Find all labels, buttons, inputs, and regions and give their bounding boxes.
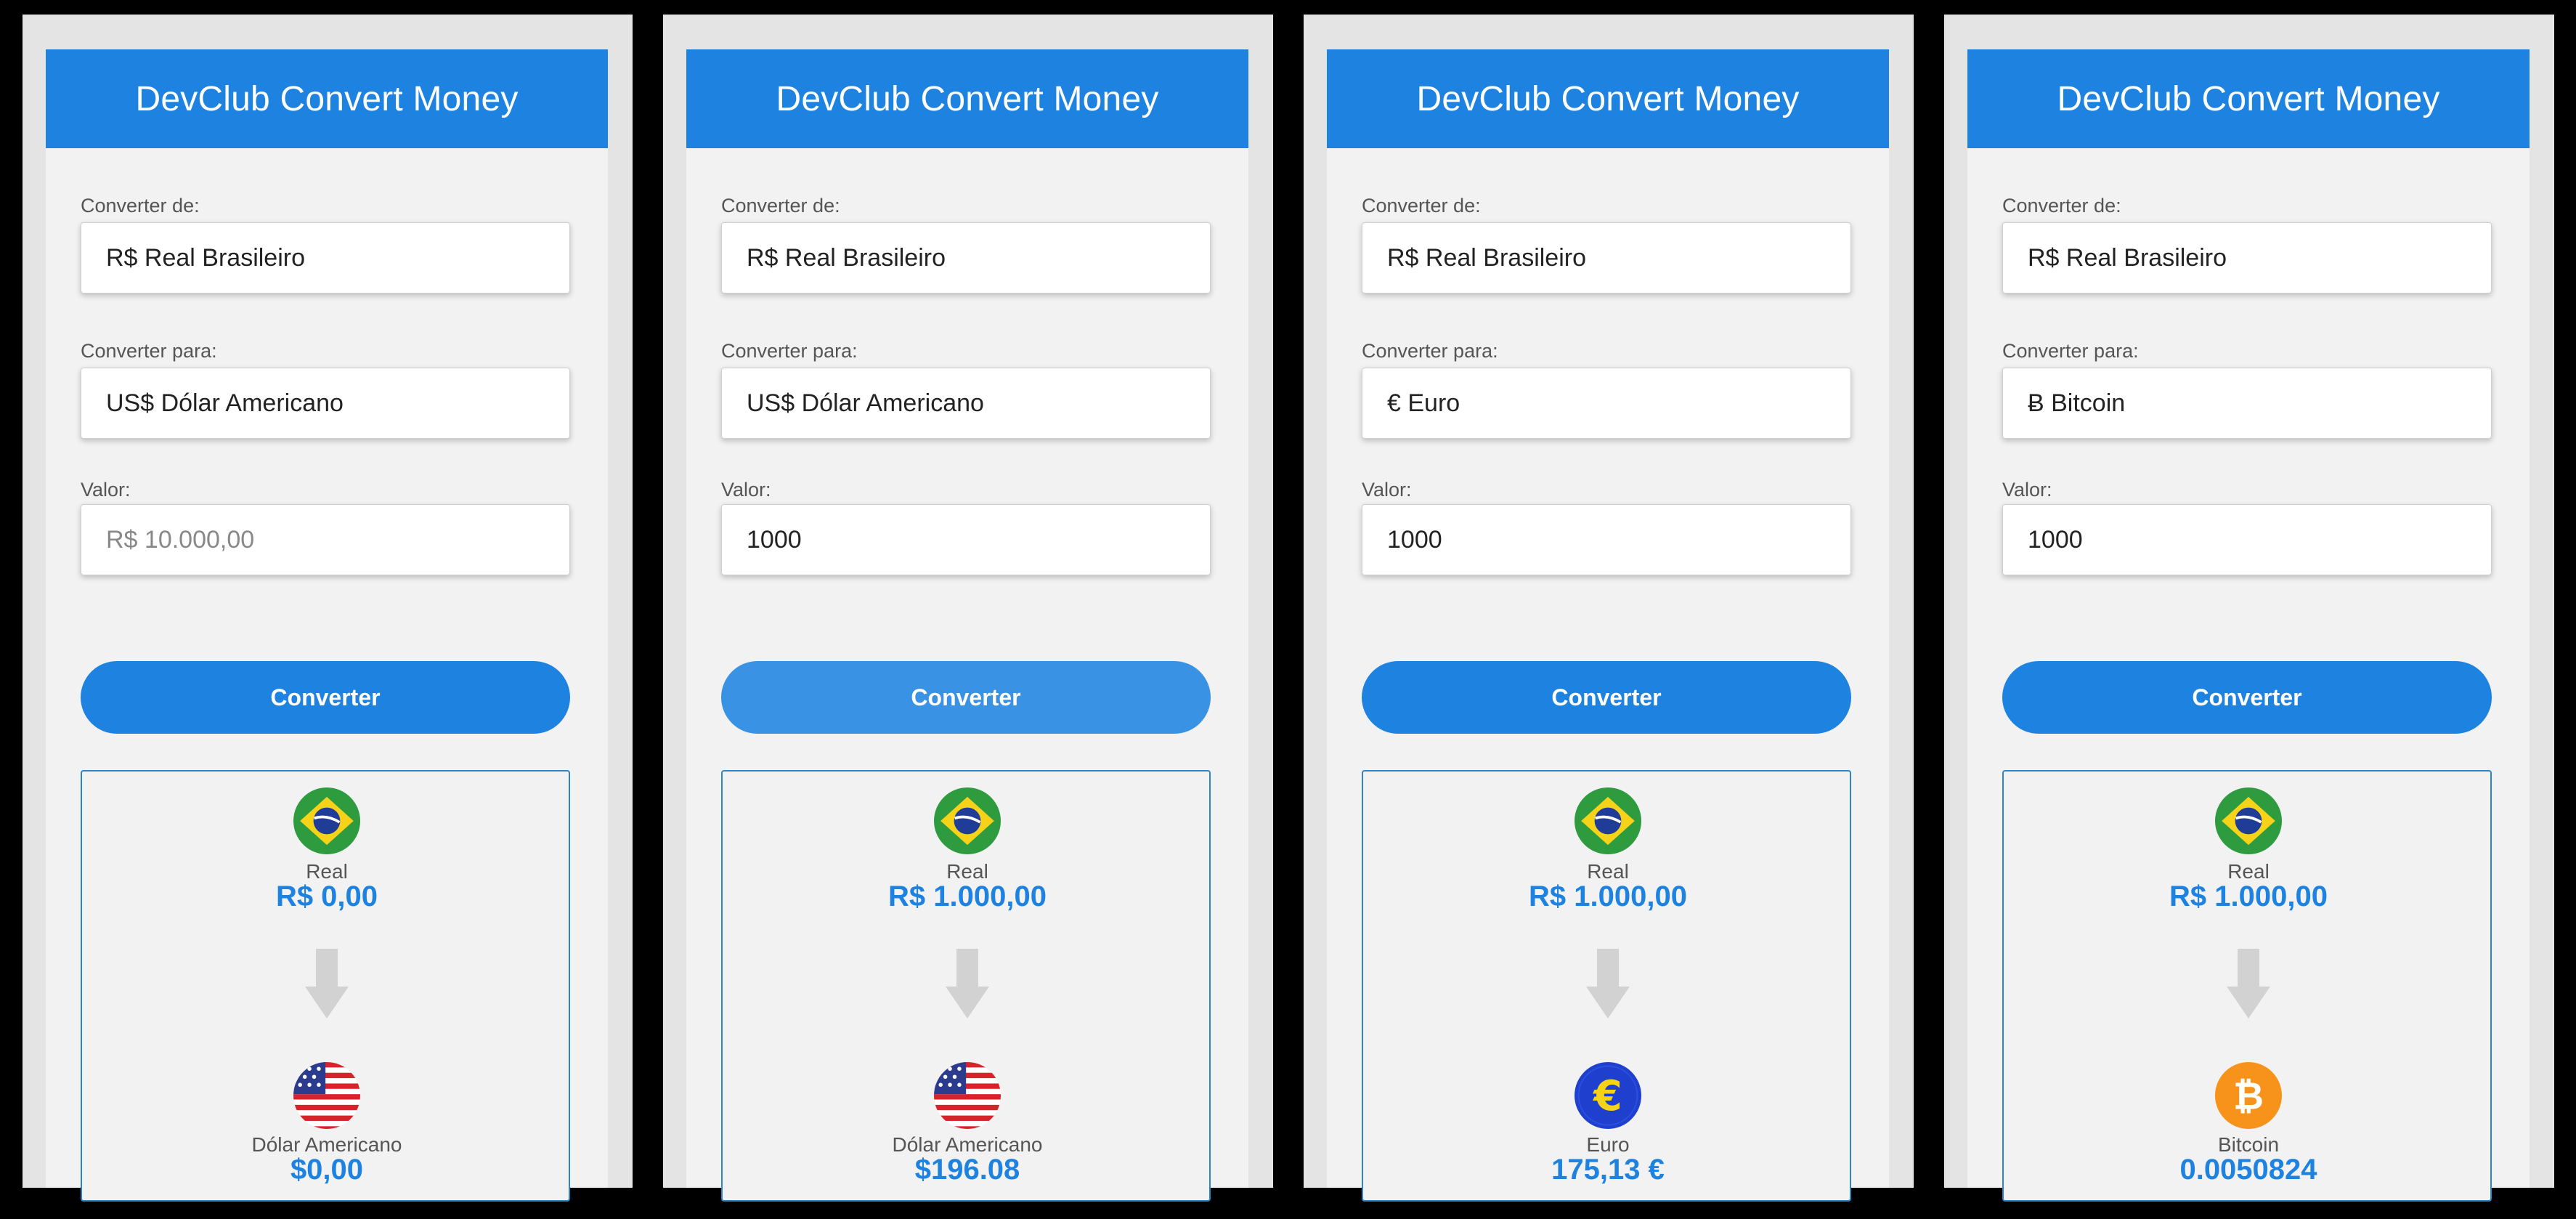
bitcoin-icon: ₿ [2215, 1062, 2282, 1129]
amount-input[interactable]: R$ 10.000,00 [81, 504, 570, 575]
to-label: Converter para: [1362, 340, 1498, 362]
source-currency-value: R$ 1.000,00 [888, 880, 1047, 912]
from-currency-select[interactable]: R$ Real Brasileiro [81, 222, 570, 293]
svg-text:€: € [1592, 1072, 1622, 1120]
from-currency-select[interactable]: R$ Real Brasileiro [2002, 222, 2492, 293]
convert-button[interactable]: Converter [2002, 661, 2492, 734]
euro-icon: € [1575, 1062, 1641, 1129]
from-currency-select[interactable]: R$ Real Brasileiro [721, 222, 1211, 293]
target-currency-value: 175,13 € [1551, 1154, 1665, 1186]
brazil-flag-icon [2215, 787, 2282, 854]
source-currency-value: R$ 1.000,00 [1529, 880, 1687, 912]
amount-label: Valor: [2002, 479, 2052, 501]
amount-input[interactable]: 1000 [2002, 504, 2492, 575]
arrow-down-icon [946, 949, 989, 1021]
amount-input[interactable]: 1000 [1362, 504, 1851, 575]
result-box: Real R$ 1.000,00 ₿ Bitcoin 0.0050824 [2002, 770, 2492, 1202]
arrow-down-icon [305, 949, 349, 1021]
converter-card: DevClub Convert Money Converter de: R$ R… [1327, 49, 1889, 1202]
amount-label: Valor: [1362, 479, 1412, 501]
from-label: Converter de: [1362, 195, 1481, 216]
to-currency-select[interactable]: € Euro [1362, 368, 1851, 439]
converter-card: DevClub Convert Money Converter de: R$ R… [46, 49, 608, 1202]
target-currency-value: 0.0050824 [2179, 1154, 2317, 1186]
convert-button[interactable]: Converter [1362, 661, 1851, 734]
target-currency-value: $196.08 [914, 1154, 1020, 1186]
convert-button[interactable]: Converter [81, 661, 570, 734]
from-label: Converter de: [81, 195, 200, 216]
amount-label: Valor: [721, 479, 771, 501]
convert-button[interactable]: Converter [721, 661, 1211, 734]
svg-text:₿: ₿ [2233, 1074, 2264, 1118]
from-label: Converter de: [2002, 195, 2121, 216]
brazil-flag-icon [1575, 787, 1641, 854]
app-title: DevClub Convert Money [46, 49, 608, 148]
app-title: DevClub Convert Money [1967, 49, 2530, 148]
converter-card: DevClub Convert Money Converter de: R$ R… [1967, 49, 2530, 1202]
source-currency-value: R$ 0,00 [275, 880, 378, 912]
result-box: Real R$ 1.000,00 € Euro 175,13 € [1362, 770, 1851, 1202]
app-title: DevClub Convert Money [686, 49, 1248, 148]
converter-card: DevClub Convert Money Converter de: R$ R… [686, 49, 1248, 1202]
from-currency-select[interactable]: R$ Real Brasileiro [1362, 222, 1851, 293]
app-window-1: DevClub Convert Money Converter de: R$ R… [23, 15, 633, 1202]
target-currency-value: $0,00 [290, 1154, 364, 1186]
to-label: Converter para: [721, 340, 858, 362]
usa-flag-icon [934, 1062, 1001, 1129]
arrow-down-icon [2227, 949, 2270, 1021]
usa-flag-icon [293, 1062, 360, 1129]
to-currency-select[interactable]: Ƀ Bitcoin [2002, 368, 2492, 439]
amount-input[interactable]: 1000 [721, 504, 1211, 575]
to-currency-select[interactable]: US$ Dólar Americano [81, 368, 570, 439]
arrow-down-icon [1586, 949, 1630, 1021]
from-label: Converter de: [721, 195, 840, 216]
result-box: Real R$ 1.000,00 Dólar Americano $196.08 [721, 770, 1211, 1202]
source-currency-value: R$ 1.000,00 [2169, 880, 2328, 912]
brazil-flag-icon [934, 787, 1001, 854]
app-window-3: DevClub Convert Money Converter de: R$ R… [1304, 15, 1914, 1202]
to-currency-select[interactable]: US$ Dólar Americano [721, 368, 1211, 439]
app-window-4: DevClub Convert Money Converter de: R$ R… [1944, 15, 2554, 1202]
screenshot-collage: DevClub Convert Money Converter de: R$ R… [0, 0, 2576, 1219]
amount-label: Valor: [81, 479, 131, 501]
to-label: Converter para: [81, 340, 217, 362]
app-title: DevClub Convert Money [1327, 49, 1889, 148]
app-window-2: DevClub Convert Money Converter de: R$ R… [663, 15, 1273, 1202]
brazil-flag-icon [293, 787, 360, 854]
result-box: Real R$ 0,00 Dólar Americano $0,00 [81, 770, 570, 1202]
to-label: Converter para: [2002, 340, 2139, 362]
